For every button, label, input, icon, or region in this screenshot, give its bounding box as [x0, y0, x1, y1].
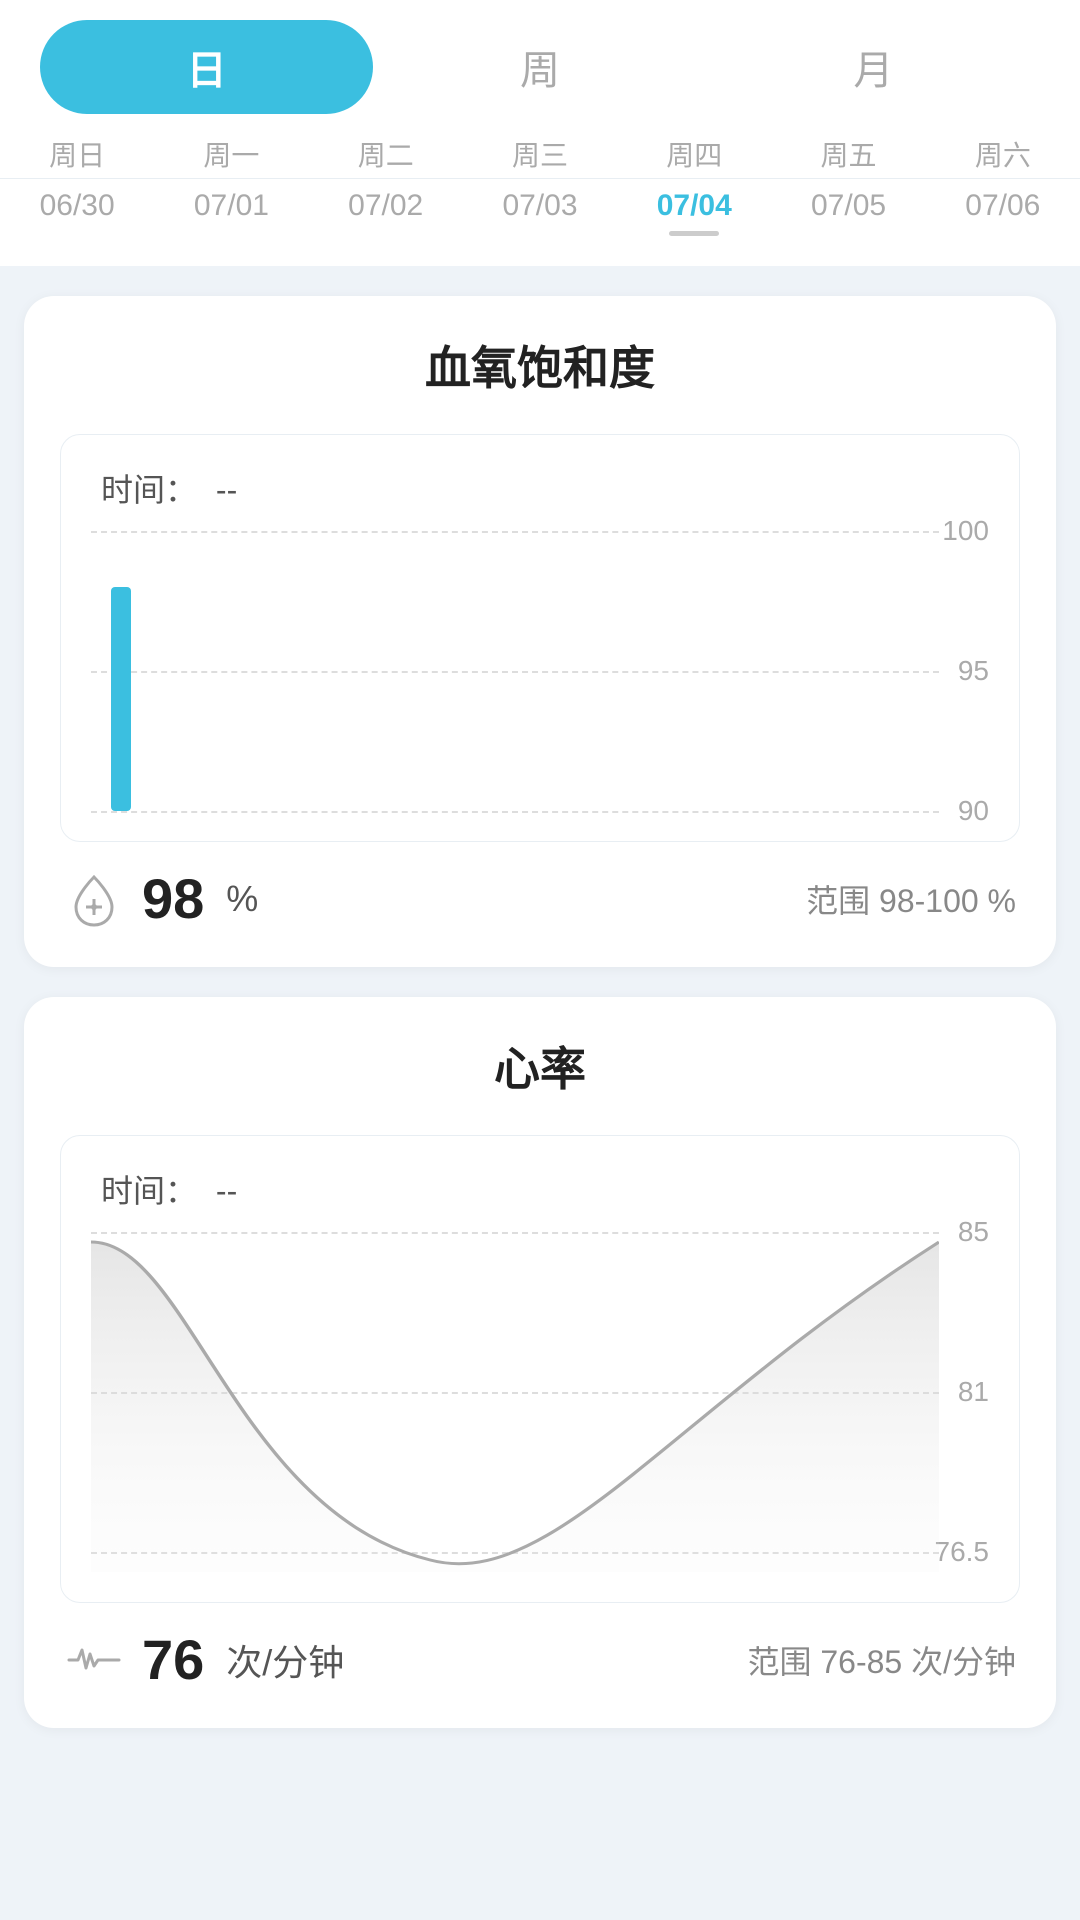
- hr-label-765: 76.5: [935, 1536, 990, 1568]
- tab-month[interactable]: 月: [707, 20, 1040, 114]
- blood-drop-icon: [64, 869, 124, 929]
- spo2-value: 98: [142, 866, 204, 931]
- heart-rate-icon: [64, 1630, 124, 1690]
- date-0703[interactable]: 07/03: [463, 189, 617, 246]
- spo2-stats-row: 98 % 范围 98-100 %: [60, 866, 1020, 931]
- weekday-mon: 周一: [154, 134, 308, 174]
- date-row: 06/30 07/01 07/02 07/03 07/04 07/05 07/0…: [0, 179, 1080, 266]
- spo2-label-100: 100: [942, 515, 989, 547]
- spo2-stats-left: 98 %: [64, 866, 258, 931]
- heartrate-title: 心率: [60, 1033, 1020, 1099]
- heartrate-value: 76: [142, 1627, 204, 1692]
- spo2-gridline-100: [91, 531, 939, 533]
- spo2-gridline-95: [91, 671, 939, 673]
- spo2-gridline-90: [91, 811, 939, 813]
- tab-week[interactable]: 周: [373, 20, 706, 114]
- weekday-sat: 周六: [926, 134, 1080, 174]
- spo2-bar: [111, 587, 131, 811]
- heartrate-chart-area: 时间： -- 85 81 76.5: [60, 1135, 1020, 1603]
- heartrate-unit: 次/分钟: [226, 1634, 344, 1686]
- weekday-fri: 周五: [771, 134, 925, 174]
- spo2-unit: %: [226, 878, 258, 920]
- heartrate-stats-row: 76 次/分钟 范围 76-85 次/分钟: [60, 1627, 1020, 1692]
- spo2-label-95: 95: [958, 655, 989, 687]
- tab-bar: 日 周 月: [0, 0, 1080, 124]
- tab-day[interactable]: 日: [40, 20, 373, 114]
- heartrate-stats-left: 76 次/分钟: [64, 1627, 344, 1692]
- date-0705[interactable]: 07/05: [771, 189, 925, 246]
- date-0701[interactable]: 07/01: [154, 189, 308, 246]
- spo2-card: 血氧饱和度 时间： -- 100 95 90: [24, 296, 1056, 967]
- hr-label-81: 81: [958, 1376, 989, 1408]
- spo2-label-90: 90: [958, 795, 989, 827]
- date-0702[interactable]: 07/02: [309, 189, 463, 246]
- hr-svg-curve: [91, 1232, 939, 1572]
- date-0706[interactable]: 07/06: [926, 189, 1080, 246]
- spo2-chart-area: 时间： -- 100 95 90: [60, 434, 1020, 842]
- weekday-sun: 周日: [0, 134, 154, 174]
- spo2-title: 血氧饱和度: [60, 332, 1020, 398]
- weekday-thu: 周四: [617, 134, 771, 174]
- weekday-tue: 周二: [309, 134, 463, 174]
- heartrate-time-label: 时间： --: [91, 1166, 989, 1212]
- hr-label-85: 85: [958, 1216, 989, 1248]
- heartrate-card: 心率 时间： -- 85 81 76.5: [24, 997, 1056, 1728]
- weekday-wed: 周三: [463, 134, 617, 174]
- date-0704[interactable]: 07/04: [617, 189, 771, 246]
- spo2-time-label: 时间： --: [91, 465, 989, 511]
- heartrate-range: 范围 76-85 次/分钟: [747, 1637, 1016, 1683]
- spo2-chart: 100 95 90: [91, 531, 989, 811]
- spo2-range: 范围 98-100 %: [806, 876, 1016, 922]
- heartrate-chart: 85 81 76.5: [91, 1232, 989, 1572]
- date-0630[interactable]: 06/30: [0, 189, 154, 246]
- weekday-row: 周日 周一 周二 周三 周四 周五 周六: [0, 124, 1080, 179]
